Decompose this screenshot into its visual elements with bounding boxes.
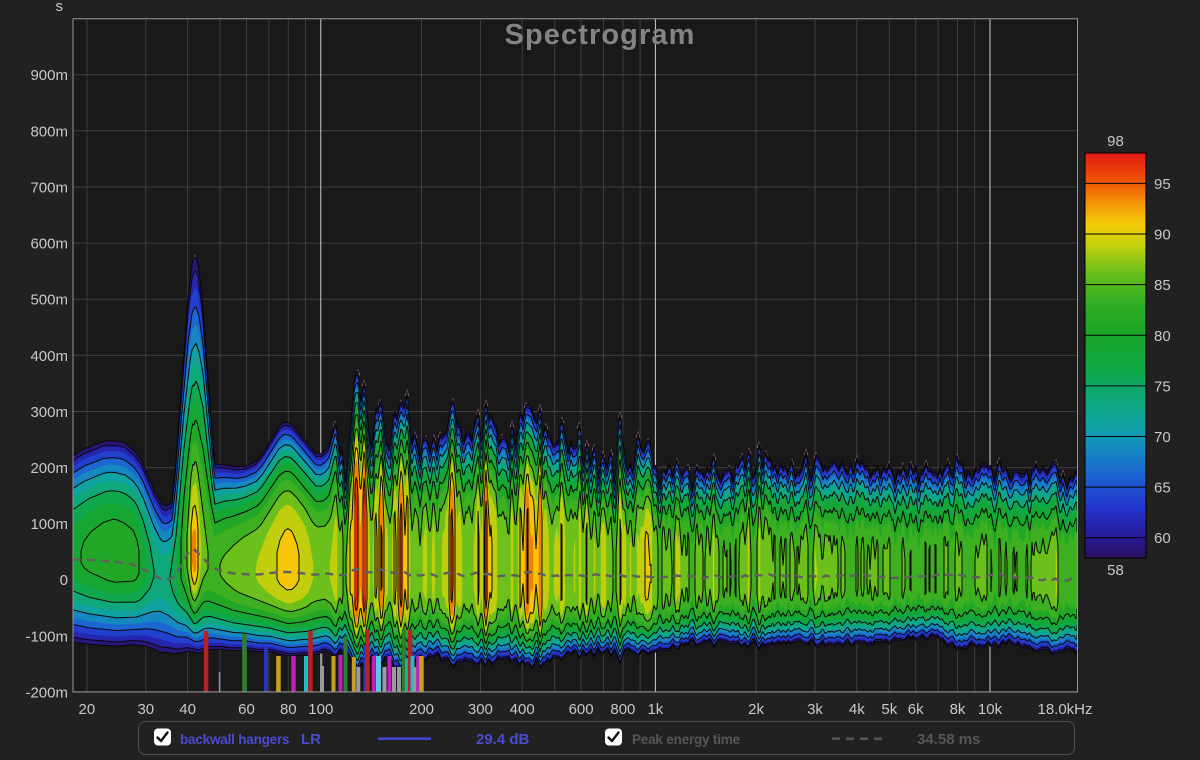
svg-text:80: 80 xyxy=(1154,328,1171,345)
svg-text:s: s xyxy=(56,0,64,15)
svg-text:800m: 800m xyxy=(30,123,68,140)
svg-text:6k: 6k xyxy=(908,701,924,718)
svg-text:-200m: -200m xyxy=(25,684,68,701)
svg-text:LR: LR xyxy=(301,731,321,748)
svg-text:70: 70 xyxy=(1154,429,1171,446)
svg-text:90: 90 xyxy=(1154,227,1171,244)
svg-text:900m: 900m xyxy=(30,67,68,84)
svg-text:85: 85 xyxy=(1154,277,1171,294)
svg-text:2k: 2k xyxy=(748,701,764,718)
svg-text:300: 300 xyxy=(468,701,493,718)
svg-text:29.4 dB: 29.4 dB xyxy=(476,731,530,748)
svg-text:10k: 10k xyxy=(978,701,1003,718)
svg-text:600: 600 xyxy=(569,701,594,718)
svg-text:100m: 100m xyxy=(30,516,68,533)
svg-text:18.0kHz: 18.0kHz xyxy=(1037,701,1092,718)
svg-text:98: 98 xyxy=(1107,133,1124,150)
svg-text:34.58 ms: 34.58 ms xyxy=(917,731,980,748)
svg-text:75: 75 xyxy=(1154,378,1171,395)
svg-text:8k: 8k xyxy=(950,701,966,718)
svg-text:backwall hangers: backwall hangers xyxy=(180,732,289,747)
svg-text:20: 20 xyxy=(79,701,96,718)
svg-text:Spectrogram: Spectrogram xyxy=(505,19,696,51)
svg-text:200m: 200m xyxy=(30,460,68,477)
svg-text:500m: 500m xyxy=(30,292,68,309)
svg-text:400: 400 xyxy=(510,701,535,718)
svg-text:0: 0 xyxy=(60,572,68,589)
svg-text:400m: 400m xyxy=(30,348,68,365)
svg-text:40: 40 xyxy=(179,701,196,718)
svg-text:30: 30 xyxy=(137,701,154,718)
svg-text:65: 65 xyxy=(1154,480,1171,497)
svg-text:800: 800 xyxy=(610,701,635,718)
svg-text:60: 60 xyxy=(1154,530,1171,547)
svg-text:58: 58 xyxy=(1107,562,1124,579)
svg-text:1k: 1k xyxy=(647,701,663,718)
svg-text:3k: 3k xyxy=(807,701,823,718)
svg-text:4k: 4k xyxy=(849,701,865,718)
svg-text:100: 100 xyxy=(308,701,333,718)
svg-text:-100m: -100m xyxy=(25,628,68,645)
svg-text:600m: 600m xyxy=(30,236,68,253)
svg-text:700m: 700m xyxy=(30,179,68,196)
svg-text:5k: 5k xyxy=(881,701,897,718)
svg-text:200: 200 xyxy=(409,701,434,718)
svg-text:Peak energy time: Peak energy time xyxy=(632,732,741,747)
svg-text:80: 80 xyxy=(280,701,297,718)
svg-text:95: 95 xyxy=(1154,176,1171,193)
svg-text:300m: 300m xyxy=(30,404,68,421)
svg-text:60: 60 xyxy=(238,701,255,718)
